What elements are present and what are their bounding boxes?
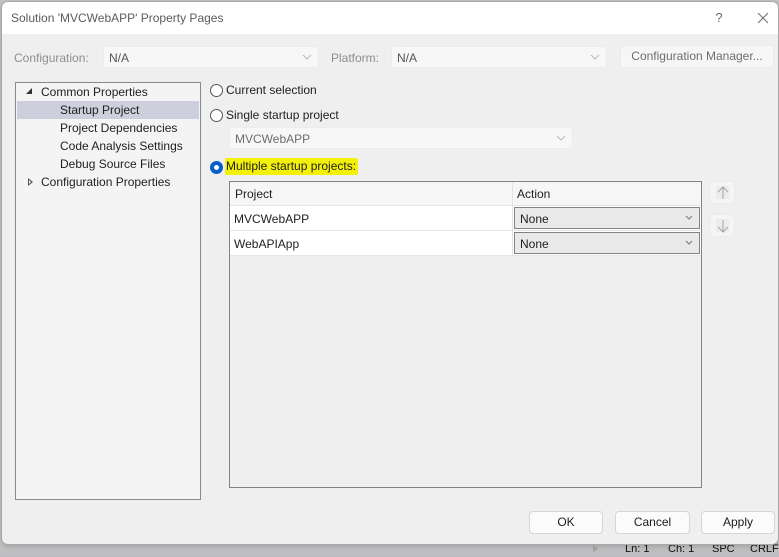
project-name: WebAPIApp: [234, 237, 300, 251]
tree-item-code-analysis-settings[interactable]: Code Analysis Settings: [17, 137, 199, 155]
chevron-down-icon: [590, 54, 600, 60]
platform-value: N/A: [397, 51, 418, 65]
tree-item-project-dependencies[interactable]: Project Dependencies: [17, 119, 199, 137]
cancel-button[interactable]: Cancel: [615, 511, 690, 534]
tree-item-label: Project Dependencies: [60, 121, 178, 135]
startup-projects-grid: Project Action MVCWebAPP None WebAPIApp …: [229, 181, 702, 488]
window-title: Solution 'MVCWebAPP' Property Pages: [11, 11, 224, 25]
move-down-button[interactable]: [710, 214, 735, 237]
action-dropdown[interactable]: None: [514, 207, 700, 229]
single-project-dropdown[interactable]: MVCWebAPP: [229, 127, 573, 149]
tree-item-startup-project[interactable]: Startup Project: [17, 101, 199, 119]
tree-item-label: Startup Project: [60, 103, 140, 117]
tree-item-common-properties[interactable]: Common Properties: [17, 83, 199, 101]
tree-item-label: Configuration Properties: [41, 175, 171, 189]
move-up-button[interactable]: [710, 181, 735, 204]
arrow-down-icon: [717, 220, 729, 233]
column-header-action[interactable]: Action: [517, 187, 550, 201]
chevron-down-icon: [302, 54, 312, 60]
radio-button[interactable]: [210, 109, 223, 122]
radio-current-selection[interactable]: Current selection: [210, 82, 350, 100]
close-icon: [757, 12, 769, 24]
platform-dropdown[interactable]: N/A: [391, 46, 607, 68]
radio-button-checked[interactable]: [210, 161, 223, 174]
close-button[interactable]: [752, 8, 774, 28]
radio-label: Current selection: [226, 83, 317, 97]
arrow-up-icon: [717, 186, 729, 199]
table-row[interactable]: MVCWebAPP None: [230, 206, 701, 231]
radio-button[interactable]: [210, 84, 223, 97]
configuration-dropdown[interactable]: N/A: [103, 46, 319, 68]
chevron-down-icon: [685, 240, 693, 245]
scroll-right-icon: [593, 545, 598, 553]
radio-label: Multiple startup projects:: [225, 158, 359, 175]
expanded-triangle-icon[interactable]: [26, 88, 32, 94]
tree-item-configuration-properties[interactable]: Configuration Properties: [17, 173, 199, 191]
table-row[interactable]: WebAPIApp None: [230, 231, 701, 256]
action-value: None: [520, 212, 549, 226]
apply-button[interactable]: Apply: [701, 511, 775, 534]
radio-multiple-startup-projects[interactable]: Multiple startup projects:: [210, 158, 380, 177]
tree-item-debug-source-files[interactable]: Debug Source Files: [17, 155, 199, 173]
help-button[interactable]: ?: [708, 8, 730, 28]
property-pages-dialog: Solution 'MVCWebAPP' Property Pages ? Co…: [1, 1, 779, 545]
tree-item-label: Code Analysis Settings: [60, 139, 183, 153]
property-tree: Common Properties Startup Project Projec…: [15, 82, 201, 500]
radio-label: Single startup project: [226, 108, 339, 122]
configuration-manager-button[interactable]: Configuration Manager...: [620, 45, 774, 68]
project-name: MVCWebAPP: [234, 212, 310, 226]
platform-label: Platform:: [331, 51, 380, 65]
configuration-value: N/A: [109, 51, 130, 65]
tree-item-label: Debug Source Files: [60, 157, 166, 171]
collapsed-triangle-icon[interactable]: [28, 178, 33, 186]
chevron-down-icon: [685, 215, 693, 220]
chevron-down-icon: [556, 135, 566, 141]
grid-header: Project Action: [230, 182, 701, 206]
title-bar: Solution 'MVCWebAPP' Property Pages ?: [2, 2, 778, 34]
radio-single-startup-project[interactable]: Single startup project: [210, 107, 370, 125]
ok-button[interactable]: OK: [529, 511, 603, 534]
highlight-mark: Multiple startup projects:: [225, 158, 359, 175]
configuration-label: Configuration:: [14, 51, 89, 65]
action-dropdown[interactable]: None: [514, 232, 700, 254]
single-project-value: MVCWebAPP: [235, 132, 311, 146]
column-separator: [512, 182, 513, 256]
action-value: None: [520, 237, 549, 251]
column-header-project[interactable]: Project: [235, 187, 272, 201]
tree-item-label: Common Properties: [41, 85, 148, 99]
